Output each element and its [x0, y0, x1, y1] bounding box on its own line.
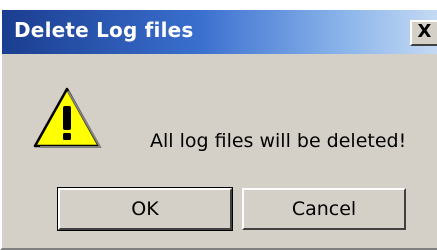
close-button[interactable]: X: [410, 20, 437, 46]
ok-button[interactable]: OK: [57, 187, 233, 231]
title-bar[interactable]: Delete Log files X: [2, 10, 437, 54]
dialog-title: Delete Log files: [14, 18, 194, 42]
dialog-message: All log files will be deleted!: [150, 130, 407, 152]
warning-icon: [33, 87, 102, 148]
cancel-button[interactable]: Cancel: [242, 188, 406, 230]
close-icon: X: [417, 21, 432, 42]
delete-log-files-dialog: Delete Log files X All log files will be…: [0, 10, 437, 250]
